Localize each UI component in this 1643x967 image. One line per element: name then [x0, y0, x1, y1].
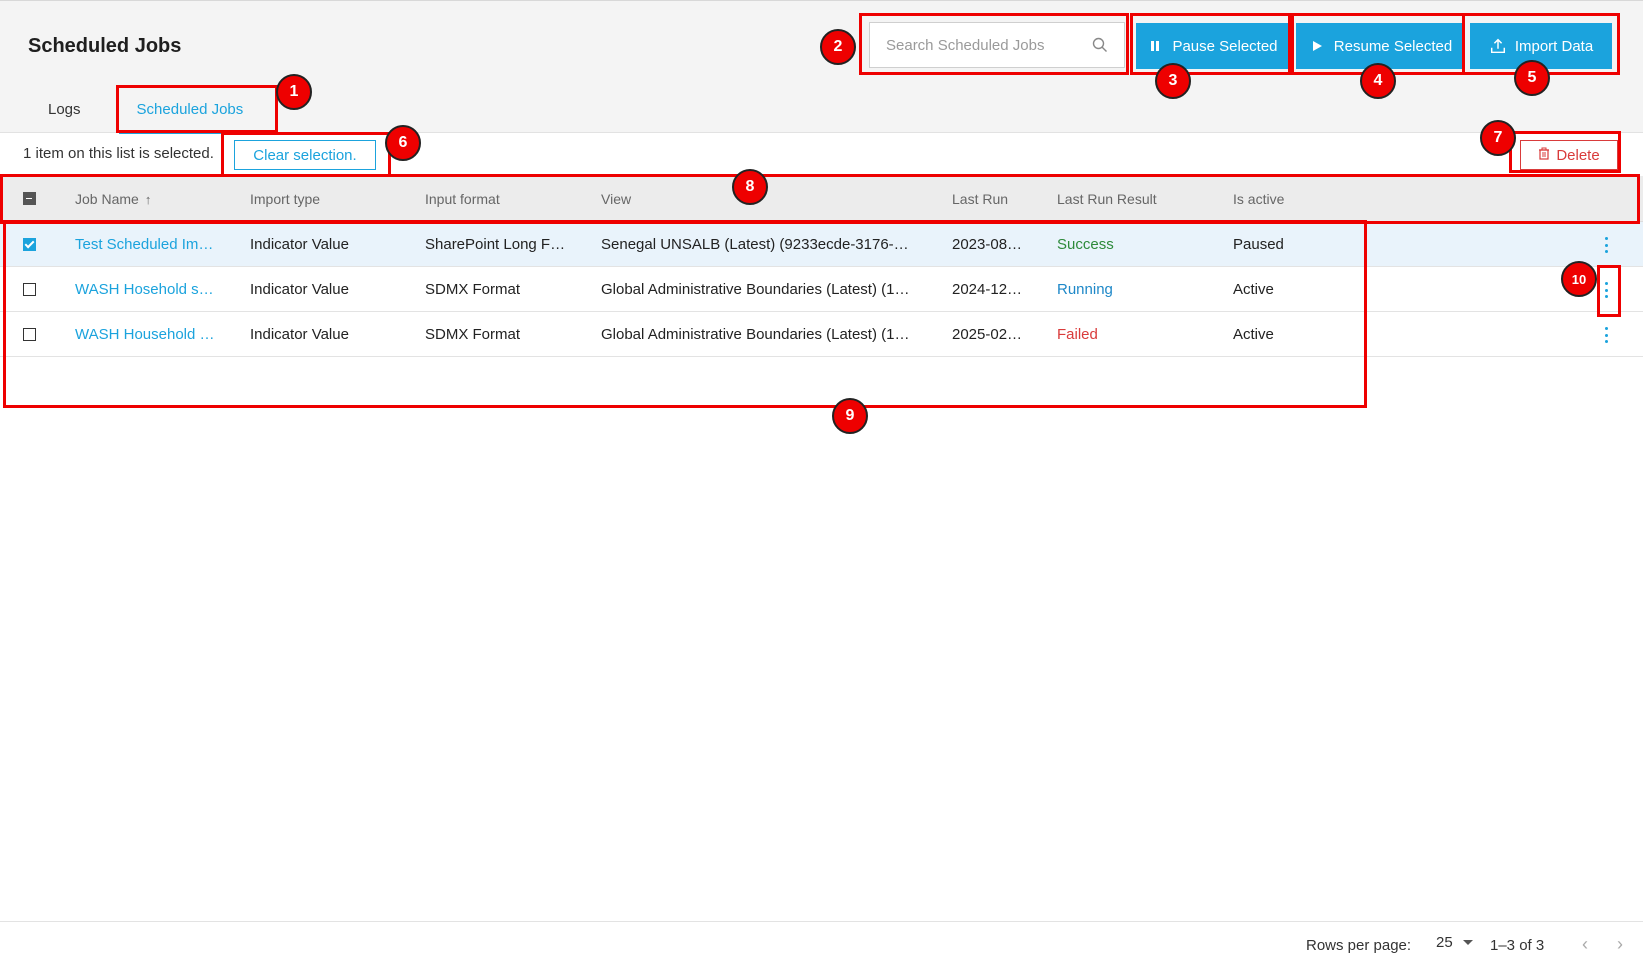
table-header: Job Name ↑ Import type Input format View … — [0, 176, 1643, 222]
select-all-checkbox[interactable] — [23, 192, 36, 205]
job-name-link[interactable]: Test Scheduled Im… — [75, 222, 225, 267]
tab-logs[interactable]: Logs — [30, 89, 99, 134]
input-format-cell: SharePoint Long F… — [425, 236, 566, 253]
job-name-link[interactable]: WASH Hosehold s… — [75, 267, 225, 312]
input-format-cell: SDMX Format — [425, 281, 521, 298]
column-header-last-run-result[interactable]: Last Run Result — [1057, 176, 1157, 222]
annotation-badge: 4 — [1360, 63, 1396, 99]
resume-selected-label: Resume Selected — [1333, 37, 1453, 55]
table-row[interactable]: WASH Hosehold s… Indicator Value SDMX Fo… — [0, 267, 1643, 312]
rows-per-page-value: 25 — [1436, 934, 1453, 951]
pause-selected-label: Pause Selected — [1172, 37, 1278, 55]
input-format-cell: SDMX Format — [425, 326, 521, 343]
page-range-text: 1–3 of 3 — [1490, 937, 1545, 954]
table-row[interactable]: Test Scheduled Im… Indicator Value Share… — [0, 222, 1643, 267]
is-active-cell: Paused — [1233, 236, 1284, 253]
column-header-is-active[interactable]: Is active — [1233, 176, 1284, 222]
last-run-result-cell: Failed — [1057, 326, 1098, 343]
annotation-badge: 10 — [1561, 261, 1597, 297]
delete-label: Delete — [1556, 146, 1600, 164]
view-cell: Global Administrative Boundaries (Latest… — [601, 281, 910, 298]
previous-page-icon[interactable]: ‹ — [1582, 934, 1588, 955]
annotation-badge: 7 — [1480, 120, 1516, 156]
view-cell: Global Administrative Boundaries (Latest… — [601, 326, 910, 343]
column-header-job-name[interactable]: Job Name ↑ — [75, 176, 151, 222]
page-header: Scheduled Jobs Pause Selected Resume Sel… — [0, 0, 1643, 134]
pause-selected-button[interactable]: Pause Selected — [1136, 23, 1288, 69]
row-checkbox[interactable] — [23, 328, 36, 341]
import-type-cell: Indicator Value — [250, 281, 349, 298]
last-run-result-cell: Running — [1057, 281, 1113, 298]
page-title: Scheduled Jobs — [28, 35, 182, 57]
last-run-cell: 2023-08… — [952, 236, 1023, 253]
import-data-label: Import Data — [1514, 37, 1594, 55]
clear-selection-button[interactable]: Clear selection. — [234, 140, 376, 170]
annotation-badge: 5 — [1514, 60, 1550, 96]
next-page-icon[interactable]: › — [1617, 934, 1623, 955]
annotation-badge: 8 — [732, 169, 768, 205]
row-checkbox[interactable] — [23, 238, 36, 251]
last-run-cell: 2024-12… — [952, 281, 1023, 298]
row-actions-menu-icon[interactable] — [1600, 279, 1612, 301]
play-icon — [1308, 37, 1326, 55]
tab-bar: Logs Scheduled Jobs — [30, 89, 281, 134]
annotation-badge: 9 — [832, 398, 868, 434]
annotation-badge: 6 — [385, 125, 421, 161]
import-type-cell: Indicator Value — [250, 236, 349, 253]
table-row[interactable]: WASH Household … Indicator Value SDMX Fo… — [0, 312, 1643, 357]
is-active-cell: Active — [1233, 326, 1274, 343]
column-header-input-format[interactable]: Input format — [425, 176, 500, 222]
pagination-bar: Rows per page: 25 1–3 of 3 ‹ › — [0, 921, 1643, 967]
selection-count-text: 1 item on this list is selected. — [23, 145, 214, 162]
is-active-cell: Active — [1233, 281, 1274, 298]
upload-icon — [1489, 37, 1507, 55]
job-name-link[interactable]: WASH Household … — [75, 312, 225, 357]
resume-selected-button[interactable]: Resume Selected — [1296, 23, 1464, 69]
pause-icon — [1146, 37, 1164, 55]
chevron-down-icon — [1462, 940, 1473, 945]
search-icon[interactable] — [1092, 37, 1108, 53]
row-checkbox[interactable] — [23, 283, 36, 296]
column-header-view[interactable]: View — [601, 176, 631, 222]
arrow-up-icon[interactable]: ↑ — [145, 177, 152, 223]
row-actions-menu-icon[interactable] — [1600, 324, 1612, 346]
trash-icon — [1538, 147, 1550, 164]
last-run-result-cell: Success — [1057, 236, 1114, 253]
row-actions-menu-icon[interactable] — [1600, 234, 1612, 256]
column-header-label: Job Name — [75, 191, 139, 207]
tab-scheduled-jobs[interactable]: Scheduled Jobs — [118, 89, 262, 134]
column-header-import-type[interactable]: Import type — [250, 176, 320, 222]
annotation-badge: 3 — [1155, 63, 1191, 99]
annotation-badge: 1 — [276, 74, 312, 110]
view-cell: Senegal UNSALB (Latest) (9233ecde-3176-… — [601, 236, 909, 253]
rows-per-page-label: Rows per page: — [1306, 937, 1412, 954]
annotation-badge: 2 — [820, 29, 856, 65]
import-type-cell: Indicator Value — [250, 326, 349, 343]
search-input[interactable] — [886, 36, 1092, 54]
search-box[interactable] — [869, 22, 1125, 68]
delete-button[interactable]: Delete — [1520, 140, 1618, 170]
rows-per-page-select[interactable]: 25 — [1436, 934, 1473, 951]
column-header-last-run[interactable]: Last Run — [952, 176, 1008, 222]
last-run-cell: 2025-02… — [952, 326, 1023, 343]
